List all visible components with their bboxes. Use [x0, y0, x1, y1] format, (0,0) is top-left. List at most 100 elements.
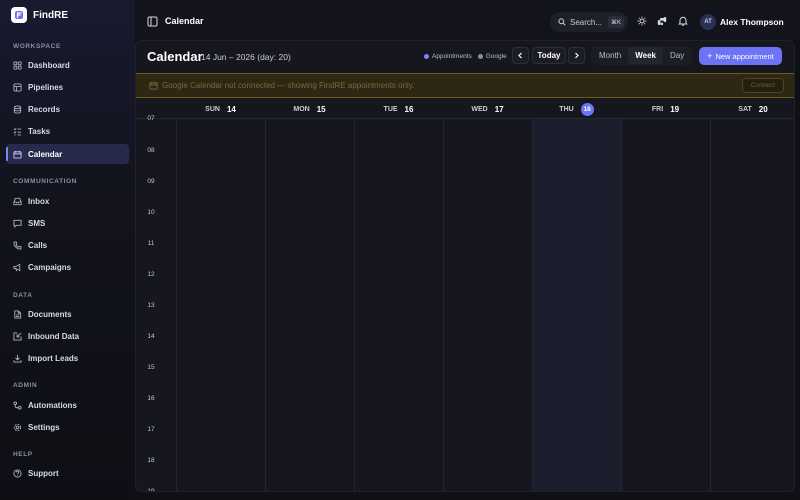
day-header-thu[interactable]: THU 18: [532, 99, 621, 119]
avatar[interactable]: AT: [700, 14, 716, 30]
records-icon: [13, 104, 22, 114]
connect-button[interactable]: Connect: [742, 78, 784, 93]
search-input[interactable]: Search... ⌘K: [550, 12, 628, 32]
day-column-wed[interactable]: [443, 119, 532, 491]
calendar-warning-icon: [149, 81, 158, 90]
hour-label: 07: [147, 115, 155, 122]
day-header-fri[interactable]: FRI 19: [621, 99, 710, 119]
toggle-sidebar-icon[interactable]: [147, 16, 158, 27]
prev-week-button[interactable]: [512, 47, 529, 64]
user-name[interactable]: Alex Thompson: [720, 17, 784, 27]
search-shortcut: ⌘K: [607, 16, 624, 28]
sidebar-item-settings[interactable]: Settings: [6, 417, 129, 437]
day-of-week: MON: [293, 105, 310, 113]
sidebar-item-label: Calendar: [28, 149, 63, 159]
day-header-wed[interactable]: WED 17: [443, 99, 532, 119]
sidebar-item-label: Import Leads: [28, 353, 79, 363]
next-week-button[interactable]: [568, 47, 585, 64]
automations-icon: [13, 400, 22, 410]
day-number: 17: [494, 104, 504, 114]
sidebar-item-calendar[interactable]: Calendar: [6, 144, 129, 164]
hour-label: 15: [147, 364, 155, 371]
sidebar-item-support[interactable]: Support: [6, 463, 129, 483]
integrations-icon[interactable]: [657, 16, 667, 26]
day-number: 19: [670, 104, 680, 114]
sidebar-item-tasks[interactable]: Tasks: [6, 121, 129, 141]
hour-label: 14: [147, 333, 155, 340]
day-number: 20: [758, 104, 768, 114]
hour-label: 10: [147, 209, 155, 216]
new-appointment-button[interactable]: + New appointment: [699, 47, 782, 65]
inbox-icon: [13, 197, 22, 205]
brand[interactable]: FindRE: [11, 7, 68, 23]
sidebar-item-label: Documents: [28, 309, 72, 319]
legend-label: Appointments: [432, 53, 472, 60]
hour-label: 08: [147, 147, 155, 154]
view-switcher: Month Week Day: [591, 46, 693, 65]
day-header-sun[interactable]: SUN 14: [176, 99, 265, 119]
bell-icon[interactable]: [678, 16, 688, 26]
time-gutter: 07 08 09 10 11 12 13 14 15 16 17 18 19: [136, 115, 176, 491]
calendar-icon: [13, 150, 22, 159]
sms-icon: [13, 219, 22, 228]
sidebar-item-documents[interactable]: Documents: [6, 304, 129, 324]
day-column-thu[interactable]: [532, 119, 621, 491]
hour-label: 13: [147, 302, 155, 309]
sidebar-item-label: Dashboard: [28, 60, 70, 70]
sidebar-item-calls[interactable]: Calls: [6, 235, 129, 255]
phone-icon: [13, 240, 22, 250]
brand-logo: [11, 7, 27, 23]
theme-toggle-sun-icon[interactable]: [637, 16, 647, 26]
sidebar-item-pipelines[interactable]: Pipelines: [6, 77, 129, 97]
day-column-mon[interactable]: [265, 119, 354, 491]
sidebar-item-inbound-data[interactable]: Inbound Data: [6, 326, 129, 346]
logo-f-icon: [15, 11, 23, 19]
support-icon: [13, 468, 22, 478]
sidebar-item-dashboard[interactable]: Dashboard: [6, 55, 129, 75]
day-column-tue[interactable]: [354, 119, 443, 491]
sidebar-item-label: Pipelines: [28, 82, 64, 92]
sidebar: FindRE WORKSPACE Dashboard Pipelines Rec…: [0, 0, 135, 500]
day-header-mon[interactable]: MON 15: [265, 99, 354, 119]
sidebar-item-import-leads[interactable]: Import Leads: [6, 348, 129, 368]
legend-item-google: Google: [477, 53, 507, 60]
search-placeholder: Search...: [570, 17, 603, 27]
tasks-icon: [13, 127, 22, 135]
tab-month[interactable]: Month: [592, 47, 628, 64]
sidebar-item-label: Campaigns: [28, 262, 72, 272]
week-day-header: SUN 14 MON 15 TUE 16 WED 17 THU 18 FRI 1…: [136, 99, 794, 119]
tab-day[interactable]: Day: [663, 47, 691, 64]
legend-item-appointments: Appointments: [424, 53, 472, 60]
day-column-sun[interactable]: [176, 119, 265, 491]
day-of-week: WED: [471, 105, 488, 113]
day-of-week: THU: [559, 105, 574, 113]
section-label-communication: COMMUNICATION: [13, 178, 78, 185]
day-header-tue[interactable]: TUE 16: [354, 99, 443, 119]
tab-week[interactable]: Week: [628, 47, 663, 64]
sidebar-item-automations[interactable]: Automations: [6, 395, 129, 415]
sidebar-item-campaigns[interactable]: Campaigns: [6, 257, 129, 277]
sidebar-item-label: Support: [28, 468, 59, 478]
sidebar-item-records[interactable]: Records: [6, 99, 129, 119]
sidebar-item-label: Tasks: [28, 126, 51, 136]
day-column-sat[interactable]: [710, 119, 794, 491]
day-number: 16: [404, 104, 414, 114]
import-icon: [13, 354, 22, 363]
day-column-fri[interactable]: [621, 119, 710, 491]
day-header-sat[interactable]: SAT 20: [710, 99, 794, 119]
day-number: 15: [316, 104, 326, 114]
inbound-icon: [13, 331, 22, 341]
today-button[interactable]: Today: [532, 47, 566, 64]
day-of-week: FRI: [651, 105, 664, 113]
sidebar-item-sms[interactable]: SMS: [6, 213, 129, 233]
sidebar-item-label: Inbox: [28, 196, 50, 206]
sidebar-item-inbox[interactable]: Inbox: [6, 191, 129, 211]
sidebar-item-label: Inbound Data: [28, 331, 80, 341]
sidebar-item-label: Records: [28, 104, 61, 114]
section-label-help: HELP: [13, 451, 33, 458]
calendar-legend: Appointments Google: [424, 53, 513, 60]
search-icon: [558, 18, 566, 26]
plus-icon: +: [707, 51, 713, 61]
section-label-admin: ADMIN: [13, 382, 38, 389]
banner-text: Google Calendar not connected — showing …: [162, 81, 415, 90]
